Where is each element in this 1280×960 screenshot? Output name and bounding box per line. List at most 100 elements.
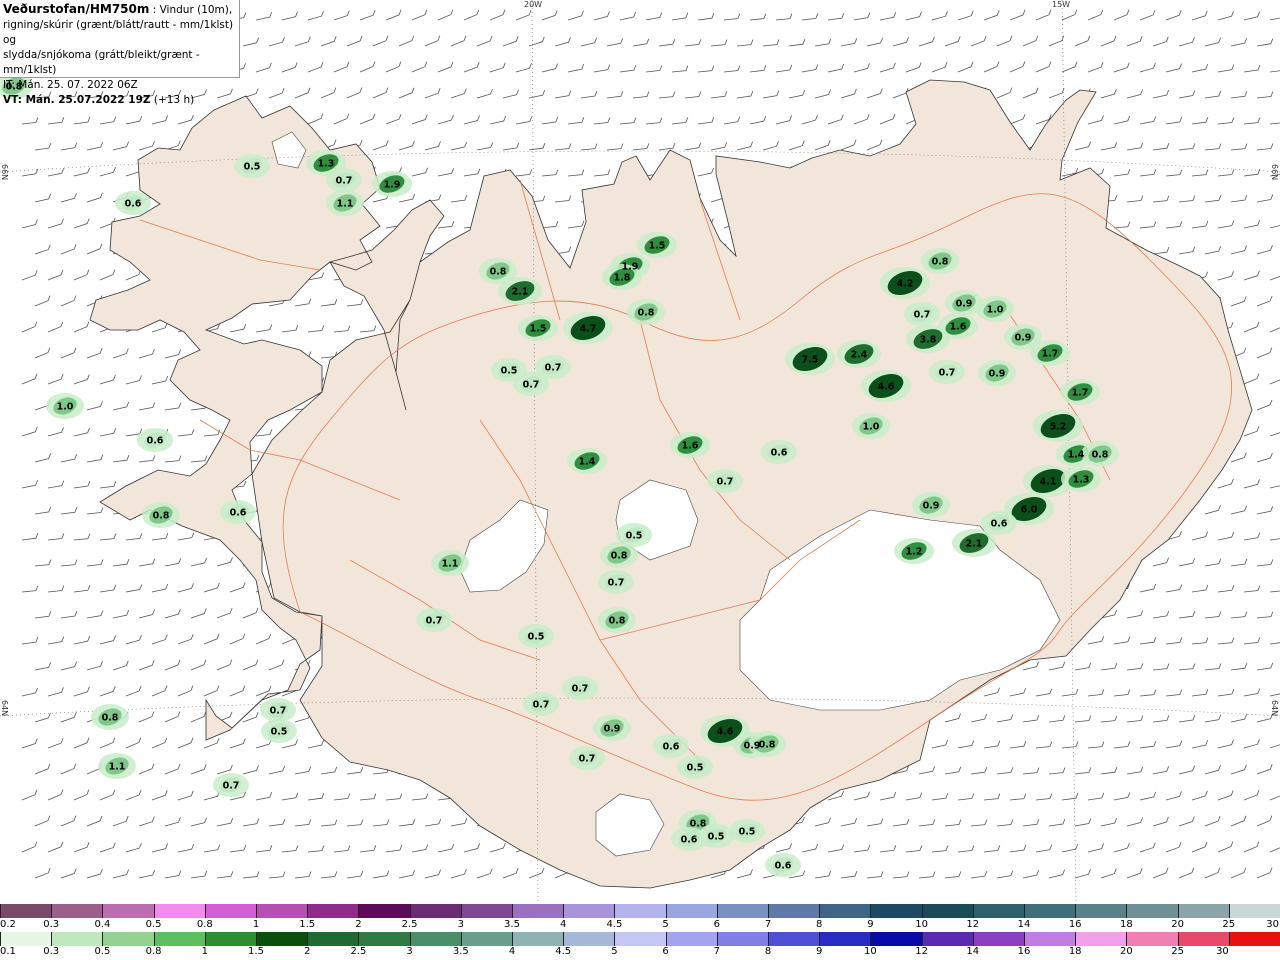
colorbar-swatch: [1228, 932, 1280, 946]
precip-value-label: 0.7: [608, 578, 625, 589]
colorbar-swatch: [1075, 904, 1127, 918]
precip-value-label: 1.9: [622, 262, 639, 273]
precip-value-label: 0.8: [611, 551, 628, 562]
precip-value-label: 0.7: [939, 368, 956, 379]
colorbar-tick-label: 1: [201, 946, 208, 957]
lead-time: (+13 h): [150, 94, 195, 106]
precip-value-label: 0.8: [102, 713, 119, 724]
precip-value-label: 0.7: [270, 706, 287, 717]
colorbar-swatch: [153, 904, 205, 918]
colorbar-swatch: [870, 904, 922, 918]
colorbar-swatch: [768, 932, 820, 946]
colorbar-tick-label: 25: [1222, 919, 1236, 930]
precip-value-label: 0.7: [717, 477, 734, 488]
precip-value-label: 0.8: [153, 511, 170, 522]
precip-value-label: 0.7: [223, 781, 240, 792]
colorbar-tick-label: 4: [560, 919, 567, 930]
precip-value-label: 1.3: [318, 159, 335, 170]
colorbar-tick-label: 9: [867, 919, 874, 930]
precip-value-label: 2.1: [512, 287, 529, 298]
colorbar-swatch: [460, 904, 513, 918]
colorbar-tick-label: 20: [1171, 919, 1184, 930]
precip-value-label: 5.2: [1050, 422, 1067, 433]
precip-value-label: 0.7: [523, 380, 540, 391]
precip-value-label: 0.5: [271, 727, 288, 738]
colorbar-tick-label: 2.5: [401, 919, 418, 930]
precip-value-label: 3.8: [920, 335, 937, 346]
lon-label-15w: 15W: [1052, 0, 1071, 9]
colorbar-swatch: [921, 904, 973, 918]
precip-value-label: 0.7: [579, 754, 596, 765]
precip-value-label: 1.1: [442, 559, 459, 570]
colorbar-tick-label: 5: [611, 946, 618, 957]
colorbar-swatch: [563, 932, 615, 946]
colorbar-tick-label: 0.5: [94, 946, 111, 957]
colorbar-tick-label: 2.5: [350, 946, 367, 957]
colorbar-swatch: [614, 932, 666, 946]
precip-value-label: 1.4: [579, 457, 596, 468]
colorbar-tick-label: 5: [662, 919, 669, 930]
colorbar-swatch: [409, 904, 461, 918]
precip-value-label: 0.5: [501, 366, 518, 377]
colorbar-swatch: [102, 904, 154, 918]
precip-value-label: 4.6: [878, 382, 895, 393]
precip-value-label: 4.7: [580, 324, 597, 335]
precip-value-label: 0.8: [759, 740, 776, 751]
colorbar-swatch: [1228, 904, 1280, 918]
snow-colorbar-labels: 0.2 0.3 0.4 0.5 0.8 1 1.5 2 2.5 3 3.5 4 4.5 5 6 7 8 9 10 12…: [0, 919, 1280, 931]
colorbar-swatch: [819, 932, 871, 946]
precip-value-label: 0.8: [638, 308, 655, 319]
map-desc-1: : Vindur (10m),: [149, 4, 233, 16]
colorbar-swatch: [1024, 904, 1076, 918]
colorbar-swatch: [102, 932, 154, 946]
colorbar-tick-label: 30: [1266, 919, 1279, 930]
colorbar-tick-label: 3.5: [504, 919, 520, 930]
map-desc-2: rigning/skúrir (grænt/blátt/rautt - mm/1…: [3, 19, 234, 46]
colorbar-swatch: [1177, 904, 1229, 918]
precip-value-label: 0.9: [989, 369, 1006, 380]
precip-value-label: 0.5: [528, 632, 545, 643]
precip-value-label: 0.6: [147, 436, 164, 447]
colorbar-swatch: [358, 932, 410, 946]
map-title: Veðurstofan/HM750m: [3, 2, 150, 16]
map-desc-3: slydda/snjókoma (grátt/bleikt/grænt - mm…: [3, 49, 200, 76]
precip-value-label: 0.7: [545, 363, 562, 374]
colorbar-swatch: [0, 904, 52, 918]
precip-value-label: 0.6: [771, 448, 788, 459]
precip-value-label: 0.5: [626, 531, 643, 542]
colorbar-swatch: [51, 904, 103, 918]
precip-value-label: 0.5: [739, 827, 756, 838]
precip-value-label: 1.0: [57, 402, 74, 413]
colorbar-swatch: [51, 932, 103, 946]
precip-value-label: 1.7: [1042, 349, 1059, 360]
precip-value-label: 0.7: [914, 310, 931, 321]
precip-value-label: 0.8: [690, 819, 707, 830]
colorbar-tick-label: 18: [1120, 919, 1133, 930]
colorbar-swatch: [716, 932, 769, 946]
rain-colorbar-labels: 0.1 0.3 0.5 0.8 1 1.5 2 2.5 3 3.5 4 4.5 5 6 7 8 9 10 12 14 1…: [0, 946, 1280, 958]
colorbar-tick-label: 0.3: [43, 946, 60, 957]
precip-value-label: 4.2: [897, 279, 914, 290]
colorbar-tick-label: 1: [252, 919, 260, 930]
colorbar-tick-label: 8: [764, 946, 772, 957]
colorbar-tick-label: 0.8: [145, 946, 162, 957]
precip-value-label: 0.6: [775, 861, 792, 872]
colorbar-tick-label: 4: [508, 946, 516, 957]
colorbar-tick-label: 4.5: [606, 919, 623, 930]
colorbar-swatch: [921, 932, 973, 946]
colorbar-swatch: [204, 904, 257, 918]
precip-value-label: 0.5: [708, 832, 725, 843]
colorbar-tick-label: 18: [1068, 946, 1082, 957]
lon-label-20w: 20W: [524, 0, 543, 9]
precip-value-label: 0.9: [604, 724, 621, 735]
precip-value-label: 1.6: [950, 322, 967, 333]
colorbar-tick-label: 3.5: [452, 946, 469, 957]
snow-colorbar: [0, 904, 1280, 918]
colorbar-tick-label: 0.4: [94, 919, 111, 930]
colorbar-tick-label: 1.5: [299, 919, 316, 930]
colorbar-tick-label: 14: [1017, 919, 1031, 930]
colorbar-swatch: [1177, 932, 1229, 946]
colorbar-tick-label: 30: [1216, 946, 1229, 957]
colorbar-swatch: [665, 904, 717, 918]
precip-value-label: 1.0: [863, 422, 880, 433]
